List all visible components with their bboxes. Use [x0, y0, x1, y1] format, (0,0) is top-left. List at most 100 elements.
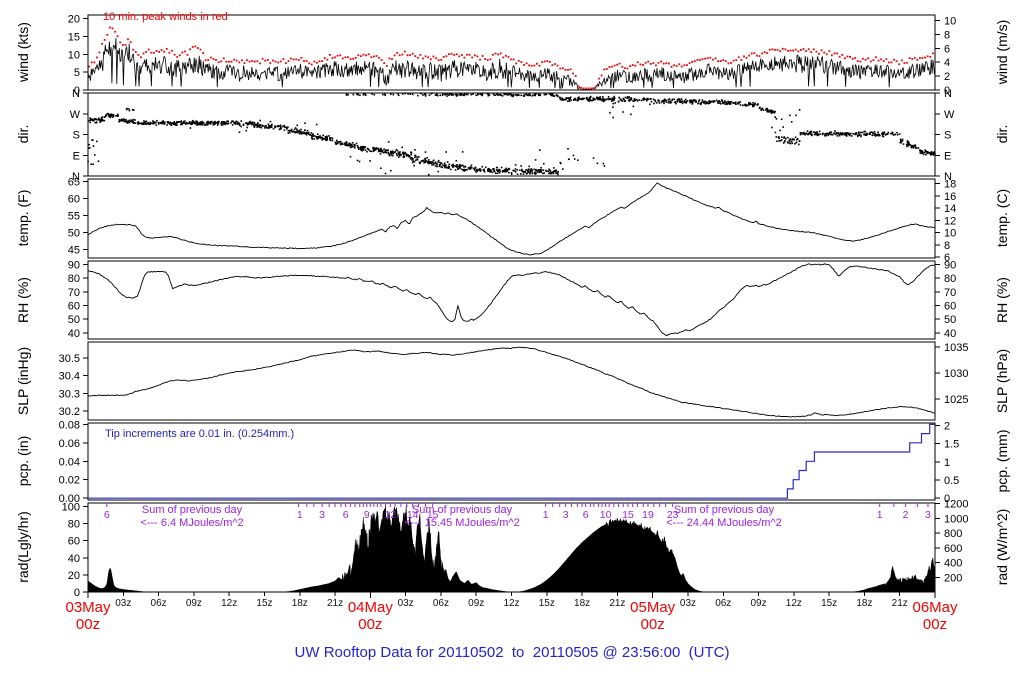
ytick-rh: 70: [944, 287, 956, 299]
hour-label: 06z: [715, 598, 731, 609]
rh-series: [87, 263, 936, 337]
ytick-wind: 10: [944, 16, 956, 28]
hour-label: 21z: [892, 598, 908, 609]
ytick-slp: 30.4: [59, 371, 80, 383]
panel-rh: 405060708090405060708090: [68, 259, 957, 339]
ytick-wind: 20: [68, 14, 80, 26]
hour-label: 18z: [292, 598, 308, 609]
ytick-dir: E: [73, 150, 80, 162]
hour-label: 21z: [327, 598, 343, 609]
ytick-rh: 90: [944, 259, 956, 271]
ytick-dir: N: [944, 88, 952, 100]
ytick-temp: 10: [944, 228, 956, 240]
date-label: 05May: [630, 599, 676, 616]
hour-label: 15z: [821, 598, 837, 609]
ytick-dir: S: [73, 130, 80, 142]
ytick-pcp: 1: [944, 457, 950, 469]
ytick-dir: W: [944, 109, 955, 121]
hour-label: 03z: [115, 598, 131, 609]
hour-label: 09z: [186, 598, 202, 609]
hour-label: 03z: [398, 598, 414, 609]
ytick-rad: 20: [68, 570, 80, 582]
hour-label: 18z: [856, 598, 872, 609]
ytick-wind: 15: [68, 31, 80, 43]
ytick-rh: 60: [944, 300, 956, 312]
date-label-00z: 00z: [358, 616, 382, 633]
ytick-wind: 4: [944, 57, 950, 69]
ytick-wind: 2: [944, 71, 950, 83]
ylabel-rad-right: rad (W/m^2): [994, 508, 1010, 586]
panel-temp: 4550556065681012141618: [68, 177, 957, 264]
hour-label: 09z: [468, 598, 484, 609]
rad-sum-note-1: Sum of previous day <--- 6.4 MJoules/m^2: [62, 504, 322, 529]
rad-sum-note-2-line1: Sum of previous day: [411, 504, 513, 516]
ytick-rad: 400: [944, 558, 962, 570]
ytick-slp: 30.2: [59, 406, 80, 418]
ytick-wind: 8: [944, 29, 950, 41]
ytick-rh: 50: [68, 314, 80, 326]
ytick-rh: 60: [68, 300, 80, 312]
ytick-slp: 30.5: [59, 353, 80, 365]
rad-sum-note-1-line1: Sum of previous day: [141, 504, 243, 516]
hour-label: 12z: [503, 598, 519, 609]
ytick-pcp: 0.04: [59, 456, 80, 468]
hour-label: 09z: [750, 598, 766, 609]
ytick-rad: 0: [74, 587, 80, 599]
rad-sum-note-3: Sum of previous day <--- 24.44 MJoules/m…: [594, 504, 854, 529]
rad-sum-note-3-line2: <--- 24.44 MJoules/m^2: [666, 516, 782, 529]
date-label-00z: 00z: [641, 616, 665, 633]
ytick-temp: 50: [68, 228, 80, 240]
rad-sum-note-2-line2: <--- 15.45 MJoules/m^2: [404, 516, 520, 529]
ytick-wind: 10: [68, 49, 80, 61]
date-label: 03May: [65, 599, 111, 616]
rad-sum-note-1-line2: <--- 6.4 MJoules/m^2: [140, 516, 244, 529]
ytick-rh: 80: [68, 273, 80, 285]
hour-label: 03z: [680, 598, 696, 609]
ytick-dir: E: [944, 150, 951, 162]
hour-label: 12z: [786, 598, 802, 609]
hour-label: 12z: [221, 598, 237, 609]
pcp-tip-note: Tip increments are 0.01 in. (0.254mm.): [105, 428, 295, 440]
ytick-temp: 18: [944, 179, 956, 191]
uw-rooftop-weather-plot: 0 5 10 15 20 0 2 4 6 8 10 N E S W N N E S W N 45 50 55 60 65 6 8 10 1…: [0, 0, 1024, 700]
rad-mj-label: 2: [903, 509, 909, 521]
ytick-slp: 30.3: [59, 388, 80, 400]
ytick-rad: 40: [68, 553, 80, 565]
ytick-pcp: 0.5: [944, 475, 959, 487]
date-label-00z: 00z: [76, 616, 100, 633]
ytick-dir: W: [70, 109, 81, 121]
rad-mj-label: 3: [925, 509, 931, 521]
ytick-temp: 8: [944, 240, 950, 252]
ytick-temp: 60: [68, 194, 80, 206]
ytick-slp: 1035: [944, 342, 968, 354]
rad-sum-note-3-line1: Sum of previous day: [673, 504, 775, 516]
ytick-temp: 65: [68, 177, 80, 189]
ytick-rad: 60: [68, 536, 80, 548]
ytick-pcp: 0.06: [59, 438, 80, 450]
date-label: 06May: [912, 599, 958, 616]
hour-label: 21z: [609, 598, 625, 609]
ytick-pcp: 0.08: [59, 419, 80, 431]
date-label-00z: 00z: [923, 616, 947, 633]
ytick-slp: 1030: [944, 368, 968, 380]
ytick-rad: 200: [944, 572, 962, 584]
ytick-rh: 40: [944, 328, 956, 340]
hour-label: 06z: [151, 598, 167, 609]
ytick-temp: 45: [68, 245, 80, 257]
ytick-wind: 6: [944, 43, 950, 55]
ytick-rad: 1200: [944, 499, 968, 511]
ytick-wind: 5: [74, 67, 80, 79]
ylabel-rad-left: rad(Lgly/hr): [15, 511, 31, 583]
rad-sum-note-2: Sum of previous day <--- 15.45 MJoules/m…: [332, 504, 592, 529]
dir-scatter: [87, 92, 936, 176]
ytick-rh: 90: [68, 259, 80, 271]
ytick-temp: 14: [944, 203, 956, 215]
ytick-rh: 40: [68, 328, 80, 340]
wind-series: [87, 38, 935, 91]
wind-peak-note: 10 min. peak winds in red: [103, 11, 228, 23]
ytick-slp: 1025: [944, 394, 968, 406]
panel-dir: NESWNNESWN: [70, 88, 955, 183]
plot-title: UW Rooftop Data for 20110502 to 20110505…: [294, 644, 730, 661]
panel-wind: 051015200246810: [68, 14, 957, 97]
hour-label: 15z: [539, 598, 555, 609]
